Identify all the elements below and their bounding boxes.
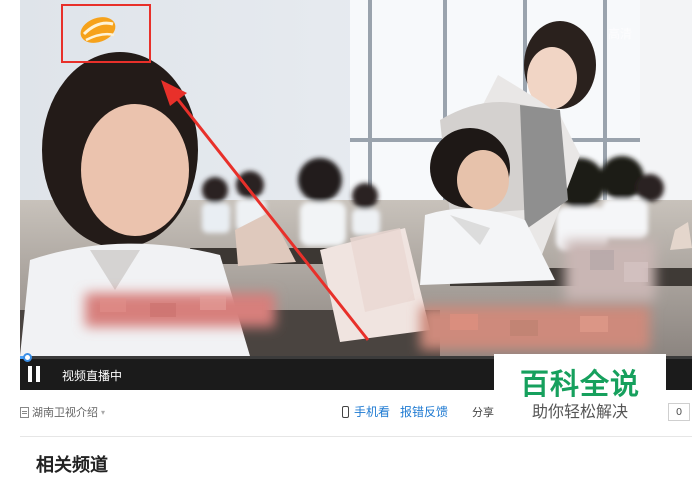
phone-icon — [342, 405, 349, 418]
left-page-margin — [0, 0, 20, 390]
share-counter: 0 — [668, 403, 690, 421]
watermark-title: 百科全说 — [519, 367, 640, 401]
video-player[interactable]: 高清 视频直播中 — [20, 0, 692, 390]
related-channels-title: 相关频道 — [36, 455, 108, 476]
classroom-video-frame: 高清 — [20, 0, 692, 356]
video-frame[interactable]: 高清 — [20, 0, 692, 356]
baike-watermark: 百科全说 助你轻松解决 — [494, 354, 666, 436]
progress-knob[interactable] — [22, 353, 32, 362]
related-channels-section: 相关频道 — [20, 436, 692, 476]
watermark-subtitle: 助你轻松解决 — [531, 402, 628, 421]
pause-icon — [28, 366, 32, 382]
live-status-text: 视频直播中 — [62, 369, 123, 383]
hd-watermark: 高清 — [608, 26, 632, 41]
channel-intro-label: 湖南卫视介绍 — [32, 406, 98, 419]
chevron-down-icon: ▾ — [101, 407, 106, 417]
channel-intro-dropdown[interactable]: 湖南卫视介绍 ▾ — [20, 404, 105, 420]
pause-icon-bar — [36, 366, 40, 382]
report-error-link[interactable]: 报错反馈 — [400, 403, 448, 420]
doc-icon — [20, 406, 29, 418]
watch-on-phone-link[interactable]: 手机看 — [342, 403, 390, 420]
pause-button[interactable] — [28, 366, 42, 382]
watch-on-phone-label: 手机看 — [354, 405, 391, 419]
